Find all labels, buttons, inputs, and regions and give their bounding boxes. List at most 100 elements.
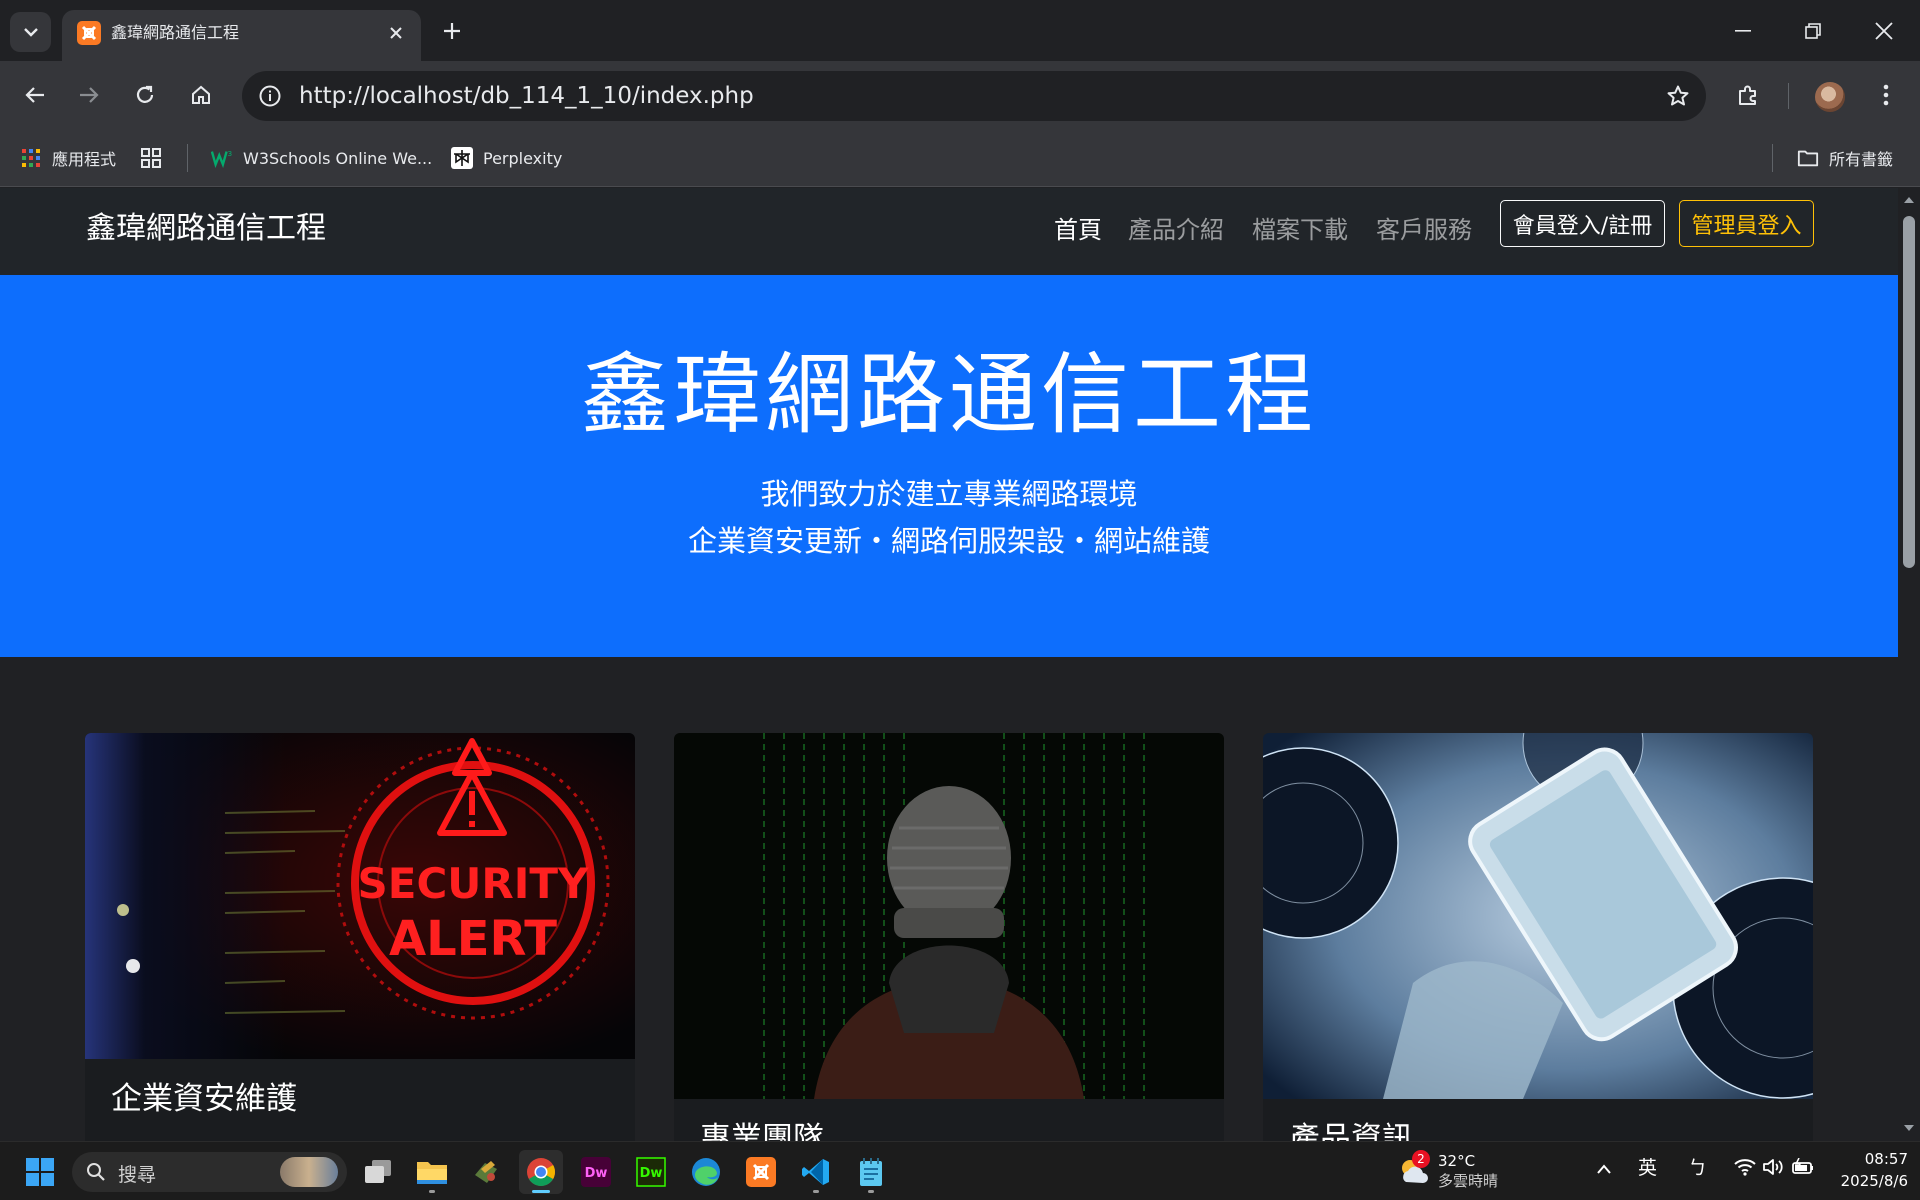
folder-icon — [417, 1162, 447, 1184]
taskbar-notepad[interactable] — [849, 1150, 893, 1194]
address-bar[interactable]: http://localhost/db_114_1_10/index.php — [242, 71, 1706, 121]
arrow-left-icon — [25, 87, 44, 103]
search-icon — [87, 1163, 105, 1181]
close-icon — [1875, 22, 1893, 40]
profile-avatar[interactable] — [1815, 82, 1845, 112]
apps-grid-icon — [20, 147, 42, 169]
battery-icon[interactable] — [1791, 1157, 1815, 1180]
dreamweaver-icon: Dw — [581, 1157, 611, 1187]
nav-home[interactable]: 首頁 — [1054, 214, 1102, 246]
page-scrollbar[interactable] — [1898, 188, 1920, 1141]
tab-groups-button[interactable] — [140, 144, 172, 172]
search-placeholder: 搜尋 — [118, 1164, 157, 1186]
svg-text:SECURITY: SECURITY — [358, 859, 589, 908]
browser-tab-active[interactable]: 鑫瑋網路通信工程 — [62, 10, 421, 61]
wifi-icon[interactable] — [1734, 1158, 1756, 1180]
weather-widget[interactable]: 2 32°C 多雲時晴 — [1398, 1150, 1518, 1194]
hero-banner: 鑫瑋網路通信工程 我們致力於建立專業網路環境 企業資安更新・網路伺服架設・網站維… — [0, 275, 1898, 657]
tab-close-button[interactable] — [382, 19, 410, 47]
scroll-down-arrow-icon[interactable] — [1903, 1122, 1915, 1134]
notepad-icon — [860, 1158, 882, 1186]
browser-toolbar: http://localhost/db_114_1_10/index.php — [0, 61, 1920, 131]
taskbar-chrome[interactable] — [519, 1150, 563, 1194]
edge-icon — [692, 1158, 720, 1186]
site-info-button[interactable] — [254, 80, 286, 112]
volume-icon[interactable] — [1762, 1158, 1784, 1180]
reload-button[interactable] — [125, 75, 165, 115]
hero-services: 企業資安更新・網路伺服架設・網站維護 — [687, 524, 1210, 558]
restore-icon — [1805, 23, 1821, 39]
scroll-up-arrow-icon[interactable] — [1903, 194, 1915, 206]
taskbar-app-tool[interactable] — [464, 1150, 508, 1194]
running-indicator — [813, 1190, 819, 1193]
svg-text:Dw: Dw — [640, 1166, 663, 1181]
windows-logo-icon — [26, 1158, 54, 1186]
start-button[interactable] — [18, 1150, 62, 1194]
minimize-icon — [1735, 30, 1751, 32]
chevron-down-icon — [23, 28, 38, 37]
all-bookmarks-label: 所有書籤 — [1829, 150, 1894, 169]
nav-downloads[interactable]: 檔案下載 — [1252, 214, 1348, 246]
show-hidden-icons-button[interactable] — [1596, 1160, 1612, 1179]
admin-login-button[interactable]: 管理員登入 — [1679, 200, 1814, 247]
taskbar-edge[interactable] — [684, 1150, 728, 1194]
menu-button[interactable] — [1866, 75, 1906, 115]
service-card[interactable]: 專業團隊 — [674, 733, 1224, 1141]
bookmark-perplexity[interactable]: Perplexity — [451, 144, 562, 172]
service-card[interactable]: SECURITY ALERT 企業資安維護 — [85, 733, 635, 1141]
bookmark-apps[interactable]: 應用程式 — [20, 144, 116, 172]
member-login-button[interactable]: 會員登入/註冊 — [1500, 200, 1665, 247]
taskbar-vscode[interactable] — [794, 1150, 838, 1194]
nav-customer-service[interactable]: 客戶服務 — [1376, 214, 1472, 246]
bookmark-w3schools[interactable]: 3 W3Schools Online We... — [211, 144, 432, 172]
ime-language[interactable]: 英 — [1638, 1159, 1657, 1178]
minimize-button[interactable] — [1714, 10, 1772, 52]
clock[interactable]: 08:57 2025/8/6 — [1832, 1150, 1908, 1194]
svg-text:3: 3 — [228, 149, 233, 158]
clock-time: 08:57 — [1864, 1150, 1908, 1168]
running-indicator — [868, 1190, 874, 1193]
vscode-icon — [802, 1159, 829, 1185]
hero-subtitle: 我們致力於建立專業網路環境 — [760, 477, 1138, 511]
svg-text:ALERT: ALERT — [389, 911, 557, 967]
home-button[interactable] — [181, 75, 221, 115]
all-bookmarks-button[interactable]: 所有書籤 — [1797, 144, 1893, 172]
back-button[interactable] — [15, 75, 55, 115]
extensions-button[interactable] — [1728, 75, 1768, 115]
restore-button[interactable] — [1784, 10, 1842, 52]
chevron-up-icon — [1597, 1164, 1611, 1174]
taskbar-xampp[interactable] — [739, 1150, 783, 1194]
bookmark-star-button[interactable] — [1662, 80, 1694, 112]
team-hacker-image — [674, 733, 1224, 1099]
card-title: 產品資訊 — [1289, 1121, 1413, 1141]
clock-date: 2025/8/6 — [1840, 1172, 1908, 1190]
page-viewport: 鑫瑋網路通信工程 首頁 產品介紹 檔案下載 客戶服務 會員登入/註冊 管理員登入… — [0, 188, 1898, 1141]
ime-mode[interactable]: ㄅ — [1688, 1159, 1707, 1178]
new-tab-button[interactable] — [438, 14, 466, 48]
tab-title: 鑫瑋網路通信工程 — [111, 23, 240, 42]
taskbar-dreamweaver-legacy[interactable]: Dw — [629, 1150, 673, 1194]
task-view-icon — [365, 1160, 391, 1183]
url-text[interactable]: http://localhost/db_114_1_10/index.php — [299, 83, 754, 109]
forward-button[interactable] — [69, 75, 109, 115]
site-brand[interactable]: 鑫瑋網路通信工程 — [86, 210, 326, 248]
tab-groups-icon — [140, 147, 162, 169]
taskbar-file-explorer[interactable] — [410, 1150, 454, 1194]
card-title: 企業資安維護 — [111, 1081, 297, 1117]
close-icon — [390, 27, 402, 39]
service-card[interactable]: 產品資訊 — [1263, 733, 1813, 1141]
security-alert-image: SECURITY ALERT — [85, 733, 635, 1059]
taskbar-dreamweaver[interactable]: Dw — [574, 1150, 618, 1194]
bookmark-label: W3Schools Online We... — [243, 148, 433, 168]
taskbar-search[interactable]: 搜尋 — [72, 1152, 347, 1192]
close-window-button[interactable] — [1855, 10, 1913, 52]
taskbar-task-view[interactable] — [356, 1150, 400, 1194]
nav-products[interactable]: 產品介紹 — [1128, 214, 1224, 246]
plus-icon — [444, 23, 460, 39]
tab-search-button[interactable] — [10, 12, 51, 52]
hero-title: 鑫瑋網路通信工程 — [580, 343, 1317, 446]
scrollbar-thumb[interactable] — [1903, 216, 1915, 568]
arrow-right-icon — [80, 87, 99, 103]
reload-icon — [136, 85, 154, 103]
weather-badge: 2 — [1412, 1150, 1430, 1168]
